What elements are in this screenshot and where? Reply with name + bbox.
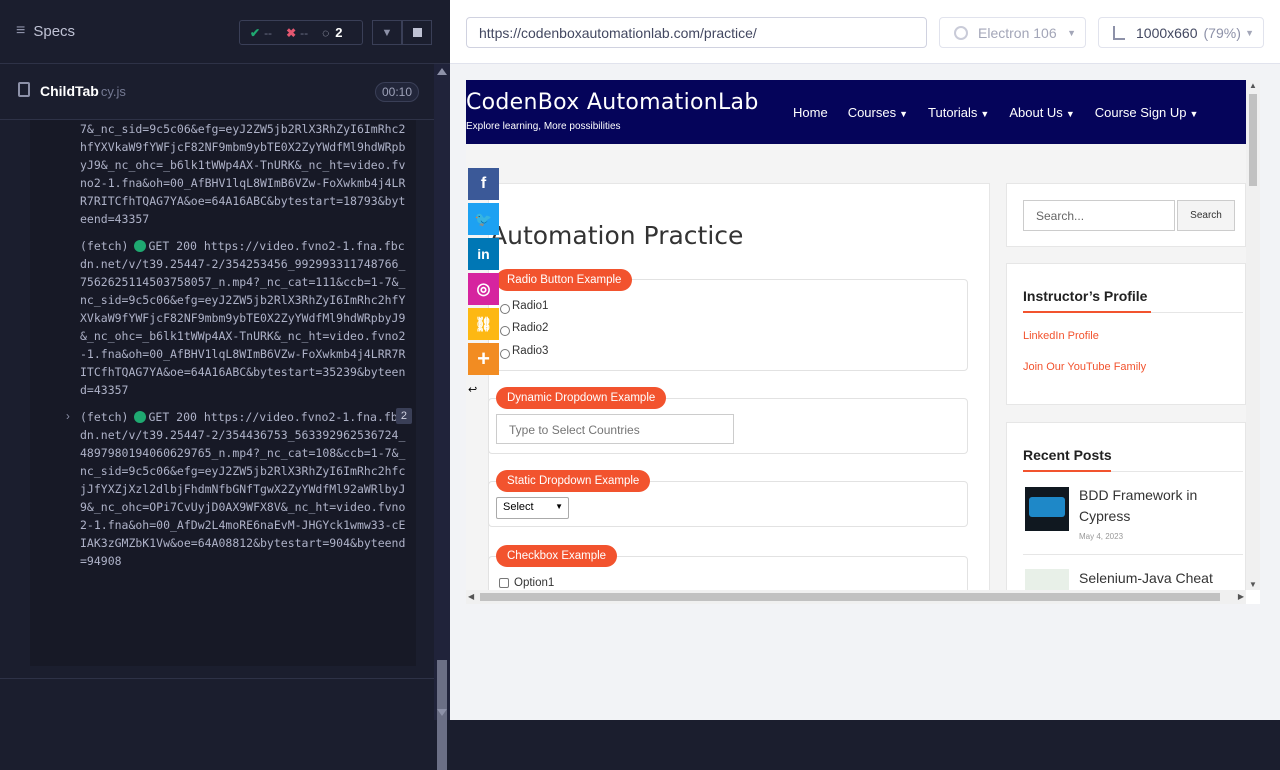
instagram-share-icon[interactable]: ◎ [468,273,499,305]
log-entry-fetch[interactable]: (fetch) GET 200 https://video.fvno2-1.fna… [30,237,416,399]
search-input[interactable]: Search... [1023,200,1175,231]
scroll-down-icon[interactable] [437,709,447,716]
post-thumbnail[interactable] [1025,487,1069,531]
static-dropdown-select[interactable]: Select ▼ [496,497,569,519]
page-title: Automation Practice [490,221,744,250]
post-divider [1023,554,1243,555]
stop-button[interactable] [402,20,432,45]
specs-list-icon: ≡ [16,22,26,39]
log-count-badge: 2 [395,408,412,424]
passed-count: -- [264,25,273,40]
facebook-share-icon[interactable]: f [468,168,499,200]
post-date: May 4, 2023 [1079,532,1124,541]
file-icon [18,82,30,97]
scroll-up-icon[interactable] [437,68,447,75]
recent-posts-title: Recent Posts [1023,447,1112,463]
failed-icon: ✖ [286,25,297,40]
checkbox-section-label: Checkbox Example [496,545,618,567]
runner-topbar: ≡ Specs ✔ -- ✖ -- ◌ 2 ▼ [0,0,450,64]
widget-underline [1023,470,1111,472]
linkedin-share-icon[interactable]: in [468,238,499,270]
radio-section-label: Radio Button Example [496,269,633,291]
viewport-info[interactable]: 1000x660 (79%) ▼ [1098,17,1264,48]
nav-courses[interactable]: Courses ▼ [848,105,908,120]
site-title[interactable]: CodenBox AutomationLab [466,90,759,115]
radio-section [488,279,968,371]
test-stats: ✔ -- ✖ -- ◌ 2 [239,20,363,45]
log-entry-fetch[interactable]: › 2 (fetch) GET 200 https://video.fvno2-1.f… [30,408,416,570]
widget-underline [1023,311,1151,313]
youtube-link[interactable]: Join Our YouTube Family [1023,361,1146,373]
spec-file-name[interactable]: ChildTab cy.js [40,83,126,99]
app-under-test: CodenBox AutomationLab Explore learning,… [466,80,1260,604]
search-widget: Search... Search [1006,183,1246,247]
radio1[interactable]: Radio1 [500,298,548,314]
collapse-share-icon[interactable]: ↩ [468,383,477,396]
radio3[interactable]: Radio3 [500,343,548,359]
linkedin-profile-link[interactable]: LinkedIn Profile [1023,330,1099,342]
passed-icon: ✔ [250,25,261,40]
spec-file-header: ChildTab cy.js 00:10 [0,64,434,120]
pending-count: 2 [335,25,343,40]
country-autocomplete-input[interactable]: Type to Select Countries [496,414,734,444]
recent-posts-widget: Recent Posts BDD Framework in Cypress Ma… [1006,422,1246,604]
status-dot-icon [134,240,147,252]
log-scrollbar[interactable] [434,64,450,770]
nav-home[interactable]: Home [793,105,828,120]
radio2[interactable]: Radio2 [500,320,548,336]
spec-timer: 00:10 [375,82,420,102]
nav-course-signup[interactable]: Course Sign Up ▼ [1095,105,1199,120]
chevron-right-icon[interactable]: › [66,408,70,426]
site-tagline: Explore learning, More possibilities [466,121,621,132]
electron-icon [954,26,968,40]
scrollbar-thumb[interactable] [480,593,1220,601]
status-dot-icon [134,411,147,423]
browser-selector[interactable]: Electron 106 ▼ [939,17,1086,48]
dynamic-dropdown-label: Dynamic Dropdown Example [496,387,667,409]
more-share-icon[interactable]: + [468,343,499,375]
specs-button[interactable]: ≡ Specs [16,22,75,40]
log-entry-continuation: 7&_nc_sid=9c5c06&efg=eyJ2ZW5jb2RlX3RhZyI… [80,122,406,226]
viewport-icon [1113,26,1125,40]
site-header: CodenBox AutomationLab Explore learning,… [466,80,1246,144]
chevron-down-icon: ▼ [1067,28,1076,38]
pending-icon: ◌ [322,25,330,40]
command-log: 7&_nc_sid=9c5c06&efg=eyJ2ZW5jb2RlX3RhZyI… [30,120,416,666]
instructor-widget: Instructor’s Profile LinkedIn Profile Jo… [1006,263,1246,405]
chevron-down-icon: ▼ [1245,28,1254,38]
failed-count: -- [300,25,309,40]
chevron-down-icon: ▼ [555,502,563,511]
post-title[interactable]: Selenium-Java Cheat [1079,568,1213,589]
twitter-share-icon[interactable]: 🐦 [468,203,499,235]
instructor-title: Instructor’s Profile [1023,288,1148,304]
static-dropdown-label: Static Dropdown Example [496,470,651,492]
page-horizontal-scrollbar[interactable]: ◀ ▶ [466,590,1246,604]
aut-panel: https://codenboxautomationlab.com/practi… [450,0,1280,720]
divider [0,678,434,679]
url-bar[interactable]: https://codenboxautomationlab.com/practi… [466,17,927,48]
nav-about-us[interactable]: About Us ▼ [1009,105,1074,120]
aut-header: https://codenboxautomationlab.com/practi… [450,0,1280,64]
checkbox-option1[interactable]: Option1 [499,577,554,589]
chevron-down-icon[interactable]: ▼ [372,20,402,45]
main-nav: Home Courses ▼ Tutorials ▼ About Us ▼ Cours… [793,105,1218,120]
post-title[interactable]: BDD Framework in Cypress [1079,485,1245,527]
scrollbar-thumb[interactable] [1249,94,1257,186]
nav-tutorials[interactable]: Tutorials ▼ [928,105,989,120]
page-vertical-scrollbar[interactable]: ▲ ▼ [1246,80,1260,590]
search-button[interactable]: Search [1177,200,1235,231]
specs-label: Specs [33,22,76,40]
copy-link-icon[interactable]: ⛓ [468,308,499,340]
cypress-runner-panel: ≡ Specs ✔ -- ✖ -- ◌ 2 ▼ ChildTab cy.js 00… [0,0,450,770]
